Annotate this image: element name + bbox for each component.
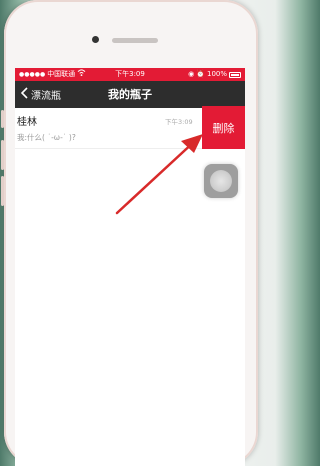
mute-switch [1, 110, 4, 128]
navigation-bar: 漂流瓶 我的瓶子 [15, 81, 245, 108]
earpiece-speaker [112, 38, 158, 43]
assistive-touch-icon[interactable] [204, 164, 238, 198]
contact-name: 桂林 [17, 117, 37, 128]
lock-rotation-icon: ◉ [188, 70, 195, 78]
volume-down-button [1, 176, 4, 206]
battery-icon [229, 71, 241, 78]
bottle-conversation-row[interactable]: 桂林 下午3:09 我:什么( ˙-ω-˙ )? 删除 [15, 106, 245, 149]
front-camera [92, 36, 99, 43]
status-bar: ●●●●● 中国联通 下午3:09 ◉ ⏰ 100% [15, 68, 245, 81]
app-screen: ●●●●● 中国联通 下午3:09 ◉ ⏰ 100% 漂流瓶 我的瓶子 桂林 下… [15, 68, 245, 466]
battery-percent: 100% [206, 70, 227, 78]
page-title: 我的瓶子 [108, 88, 152, 101]
message-time: 下午3:09 [165, 118, 193, 126]
delete-button[interactable]: 删除 [202, 106, 245, 149]
volume-up-button [1, 140, 4, 170]
alarm-icon: ⏰ [196, 70, 205, 78]
message-preview: 我:什么( ˙-ω-˙ )? [17, 133, 76, 142]
